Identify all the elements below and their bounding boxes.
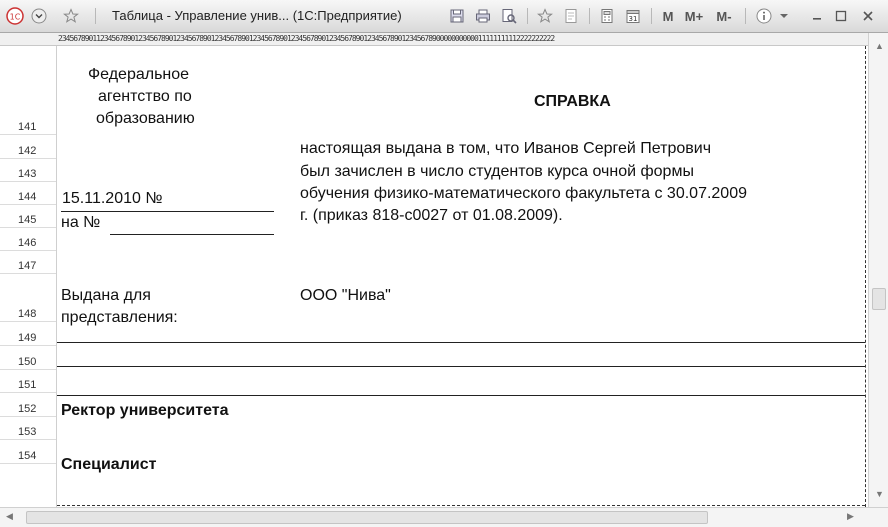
scroll-right-icon[interactable]: ▶ [847,511,854,522]
info-icon[interactable] [752,0,776,32]
memory-minus-button[interactable]: M- [711,0,737,32]
agency-line-1: Федеральное [88,66,190,83]
agency-line-3: образованию [96,110,195,127]
page-break-horizontal [57,505,865,506]
window-title: Таблица - Управление унив... (1С:Предпри… [112,8,402,23]
row-divider [0,227,56,228]
memory-plus-button[interactable]: M+ [681,0,707,32]
minimize-icon[interactable] [806,0,828,32]
issued-label-line-1: Выдана для [61,287,151,304]
row-number[interactable]: 142 [18,145,36,157]
svg-text:1C: 1C [10,13,21,22]
separator [589,8,590,24]
row-number[interactable]: 144 [18,191,36,203]
row-divider [0,439,56,440]
row-number[interactable]: 146 [18,237,36,249]
row-divider [0,369,56,370]
separator [95,8,96,24]
document-sheet[interactable]: Федеральное агентство по образованию СПР… [57,46,868,507]
row-divider [0,416,56,417]
row-number[interactable]: 152 [18,403,36,415]
row-number[interactable]: 147 [18,260,36,272]
row-number[interactable]: 154 [18,450,36,462]
vertical-scrollbar[interactable]: ▲ ▼ [868,33,888,507]
row-divider [0,134,56,135]
print-icon[interactable] [471,0,495,32]
row-number[interactable]: 149 [18,332,36,344]
separator [527,8,528,24]
rector-label: Ректор университета [61,402,229,419]
body-line-3: обучения физико-математического факульте… [300,185,747,202]
favorite-star-icon[interactable] [60,0,82,32]
vertical-scroll-thumb[interactable] [872,288,886,310]
body-line-4: г. (приказ 818-с0027 от 01.08.2009). [300,207,563,224]
issued-label-line-2: представления: [61,309,178,326]
separator [651,8,652,24]
horizontal-scroll-thumb[interactable] [26,511,708,524]
title-bar: 1C Таблица - Управление унив... (1С:Пред… [0,0,888,33]
row-divider [0,463,56,464]
scroll-left-icon[interactable]: ◀ [6,511,13,522]
document-link-icon[interactable] [559,0,583,32]
row-number[interactable]: 145 [18,214,36,226]
add-favorite-icon[interactable] [533,0,557,32]
ruler-digits: 2345678901123456789012345678901234567890… [58,34,555,43]
body-line-1: настоящая выдана в том, что Иванов Серге… [300,140,712,157]
save-icon[interactable] [445,0,469,32]
row-divider [0,204,56,205]
agency-line-2: агентство по [98,88,192,105]
row-divider [0,273,56,274]
print-preview-icon[interactable] [497,0,521,32]
horizontal-scrollbar[interactable]: ◀ ▶ [0,507,888,527]
row-number[interactable]: 153 [18,426,36,438]
row-number[interactable]: 143 [18,168,36,180]
row-divider [0,321,56,322]
signature-line [57,366,865,367]
scroll-up-icon[interactable]: ▲ [875,41,884,51]
row-header-gutter: 141 142 143 144 145 146 147 148 149 150 … [0,46,57,507]
calculator-icon[interactable] [595,0,619,32]
close-icon[interactable] [856,0,880,32]
row-number[interactable]: 141 [18,121,36,133]
separator [745,8,746,24]
row-number[interactable]: 151 [18,379,36,391]
calendar-day: 31 [629,15,638,23]
date-underline [61,211,274,212]
signature-line [57,342,865,343]
date-field: 15.11.2010 № [62,190,163,207]
menu-dropdown-icon[interactable] [28,0,50,32]
specialist-label: Специалист [61,456,157,473]
row-number[interactable]: 148 [18,308,36,320]
row-divider [0,392,56,393]
memory-button[interactable]: M [659,0,677,32]
row-divider [0,345,56,346]
body-line-2: был зачислен в число студентов курса очн… [300,163,694,180]
page-break-vertical [865,46,866,507]
row-divider [0,181,56,182]
issued-to-value: ООО "Нива" [300,287,391,304]
calendar-icon[interactable]: 31 [621,0,645,32]
scroll-down-icon[interactable]: ▼ [875,489,884,499]
app-logo-icon[interactable]: 1C [4,0,26,32]
reference-field: на № [61,214,101,231]
column-ruler: 2345678901123456789012345678901234567890… [0,33,868,46]
maximize-icon[interactable] [830,0,852,32]
signature-line [57,395,865,396]
info-dropdown-icon[interactable] [777,0,791,32]
row-divider [0,158,56,159]
document-heading: СПРАВКА [534,93,611,110]
reference-underline [110,234,274,235]
row-number[interactable]: 150 [18,356,36,368]
row-divider [0,250,56,251]
